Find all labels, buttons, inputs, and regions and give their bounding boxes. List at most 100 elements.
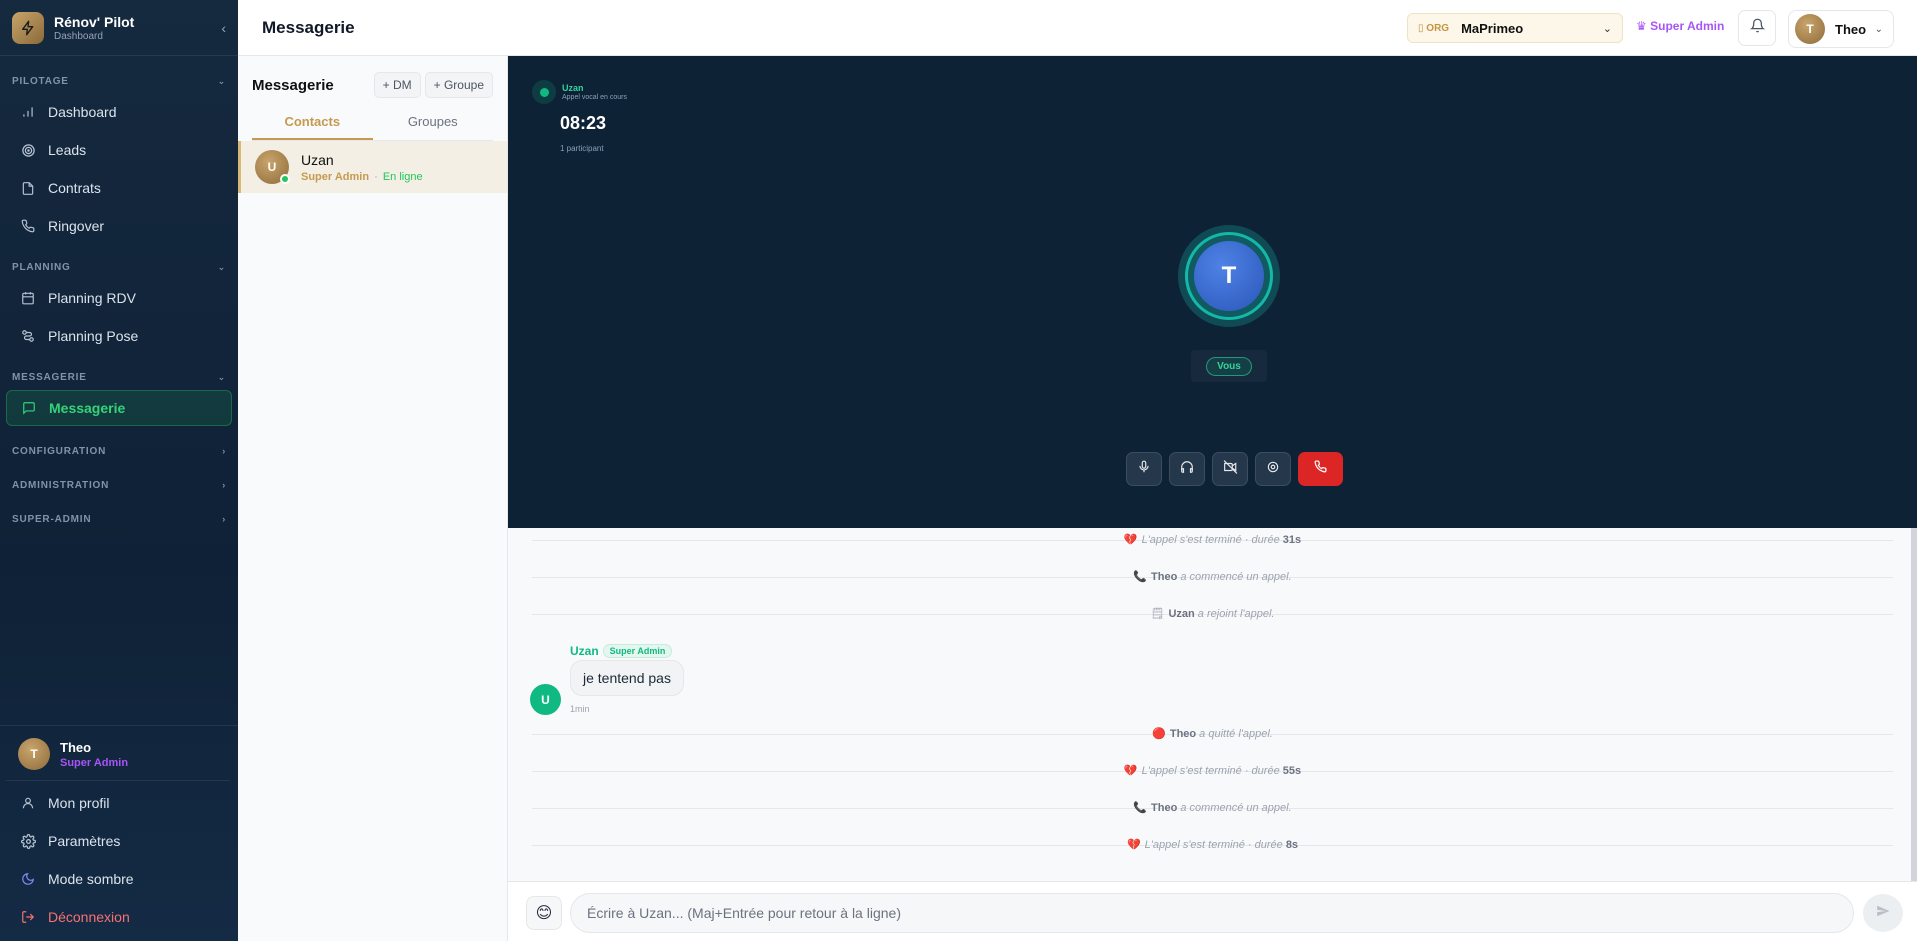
headphones-icon — [1180, 460, 1194, 479]
collapse-sidebar-button[interactable]: ‹ — [221, 20, 226, 36]
sidebar-item-label: Dashboard — [48, 104, 117, 120]
message-composer: 😊 — [508, 881, 1917, 941]
section-title: PILOTAGE — [12, 75, 69, 87]
calendar-icon — [20, 290, 36, 306]
phone-hangup-icon — [1314, 460, 1327, 478]
sidebar-item-label: Leads — [48, 142, 87, 158]
red-circle-icon: 🔴 — [1152, 728, 1166, 740]
voice-call-panel: Uzan Appel vocal en cours 08:23 1 partic… — [508, 56, 1917, 528]
system-event: 🔴 Theo a quitté l'appel. — [532, 728, 1893, 740]
tab-contacts[interactable]: Contacts — [252, 114, 373, 140]
sidebar-item-label: Contrats — [48, 180, 101, 196]
avatar: U — [255, 150, 290, 184]
call-participants: 1 participant — [560, 144, 604, 153]
scrollbar[interactable] — [1911, 528, 1917, 881]
document-icon — [20, 180, 36, 196]
crown-icon: ♛ — [1636, 19, 1647, 33]
section-super-admin[interactable]: SUPER-ADMIN › — [0, 508, 238, 530]
system-event: 💔 L'appel s'est terminé · durée 31s — [532, 534, 1893, 546]
system-event-text: a rejoint l'appel. — [1194, 608, 1275, 620]
bolt-icon — [12, 11, 44, 44]
moon-icon — [20, 871, 36, 887]
system-event: 📞 Theo a commencé un appel. — [532, 571, 1893, 583]
page-title: Messagerie — [262, 17, 355, 37]
section-messagerie[interactable]: MESSAGERIE ⌄ — [0, 366, 238, 388]
section-administration[interactable]: ADMINISTRATION › — [0, 474, 238, 496]
sidebar-item-label: Ringover — [48, 218, 105, 234]
emoji-button[interactable]: 😊 — [526, 896, 562, 930]
live-dot-icon — [539, 87, 549, 97]
building-icon: ▯ — [1418, 22, 1424, 34]
chevron-right-icon: › — [222, 514, 226, 524]
system-event: 🗒 Uzan a rejoint l'appel. — [532, 608, 1893, 620]
user-menu-name: Theo — [1835, 21, 1867, 37]
system-event-value: 31s — [1282, 534, 1302, 546]
system-event-name: Theo — [1151, 802, 1178, 814]
bell-icon — [1749, 18, 1765, 38]
hang-up-button[interactable] — [1298, 452, 1343, 486]
org-tag-label: ORG — [1426, 22, 1450, 34]
call-controls — [1126, 452, 1343, 486]
sidebar-footer: T Theo Super Admin Mon profil Paramètres… — [0, 725, 238, 941]
chart-icon — [20, 104, 36, 120]
sidebar-item-messagerie[interactable]: Messagerie — [6, 390, 232, 426]
system-event: 💔 L'appel s'est terminé · durée 8s — [532, 839, 1893, 851]
system-event-value: 8s — [1285, 839, 1299, 851]
section-title: SUPER-ADMIN — [12, 513, 92, 525]
contact-item-uzan[interactable]: U Uzan Super Admin · En ligne — [238, 141, 507, 193]
sidebar-item-contrats[interactable]: Contrats — [6, 170, 232, 206]
conversation-list-title: Messagerie — [252, 76, 334, 94]
chevron-down-icon: ⌄ — [1874, 23, 1883, 35]
org-select[interactable]: ▯ ORG MaPrimeo ⌄ — [1407, 13, 1623, 43]
system-event-text: a commencé un appel. — [1177, 802, 1292, 814]
message-thread: 💔 L'appel s'est terminé · durée 31s 📞 Theo… — [508, 528, 1917, 881]
sidebar-item-leads[interactable]: Leads — [6, 132, 232, 168]
section-planning[interactable]: PLANNING ⌄ — [0, 256, 238, 278]
phone-icon: 📞 — [1133, 802, 1148, 814]
sidebar-item-mon-profil[interactable]: Mon profil — [6, 785, 232, 821]
sidebar-item-planning-pose[interactable]: Planning Pose — [6, 318, 232, 354]
org-tag: ▯ ORG — [1418, 23, 1449, 34]
sidebar-item-label: Mon profil — [48, 795, 110, 811]
phone-icon — [20, 218, 36, 234]
chevron-down-icon: ⌄ — [217, 75, 226, 86]
section-configuration[interactable]: CONFIGURATION › — [0, 440, 238, 462]
call-caller: Uzan — [562, 83, 584, 93]
sidebar-item-label: Planning RDV — [48, 290, 136, 306]
sidebar-item-label: Mode sombre — [48, 871, 134, 887]
notifications-button[interactable] — [1738, 10, 1776, 46]
workflow-icon — [20, 328, 36, 344]
mute-button[interactable] — [1126, 452, 1162, 486]
deafen-button[interactable] — [1169, 452, 1205, 486]
broken-heart-icon: 💔 — [1123, 765, 1138, 777]
send-button[interactable] — [1863, 894, 1903, 932]
section-pilotage[interactable]: PILOTAGE ⌄ — [0, 70, 238, 92]
system-event: 📞 Theo a commencé un appel. — [532, 802, 1893, 814]
sidebar-item-dashboard[interactable]: Dashboard — [6, 94, 232, 130]
avatar: T — [18, 738, 50, 770]
sidebar-item-mode-sombre[interactable]: Mode sombre — [6, 861, 232, 897]
message-bubble[interactable]: je tentend pas — [570, 660, 684, 696]
tab-groupes[interactable]: Groupes — [373, 114, 494, 140]
message-input[interactable] — [570, 893, 1854, 933]
sidebar-item-label: Déconnexion — [48, 909, 130, 925]
section-title: CONFIGURATION — [12, 445, 107, 457]
call-timer: 08:23 — [560, 113, 607, 133]
camera-toggle-button[interactable] — [1212, 452, 1248, 486]
sidebar-item-deconnexion[interactable]: Déconnexion — [6, 899, 232, 935]
new-group-button[interactable]: + Groupe — [424, 72, 493, 98]
system-event: 💔 L'appel s'est terminé · durée 55s — [532, 765, 1893, 777]
contact-role: Super Admin — [301, 170, 370, 183]
new-dm-button[interactable]: + DM — [373, 72, 421, 98]
sidebar-item-parametres[interactable]: Paramètres — [6, 823, 232, 859]
org-name: MaPrimeo — [1461, 20, 1524, 36]
system-event-name: Theo — [1169, 728, 1197, 740]
sidebar: Rénov' Pilot Dashboard ‹ PILOTAGE ⌄ Dashb… — [0, 0, 238, 941]
sidebar-item-ringover[interactable]: Ringover — [6, 208, 232, 244]
chevron-right-icon: › — [222, 446, 226, 456]
chevron-down-icon: ⌄ — [217, 371, 226, 382]
call-settings-button[interactable] — [1255, 452, 1291, 486]
sidebar-item-planning-rdv[interactable]: Planning RDV — [6, 280, 232, 316]
logout-icon — [20, 909, 36, 925]
user-menu-button[interactable]: T Theo ⌄ — [1788, 10, 1894, 48]
